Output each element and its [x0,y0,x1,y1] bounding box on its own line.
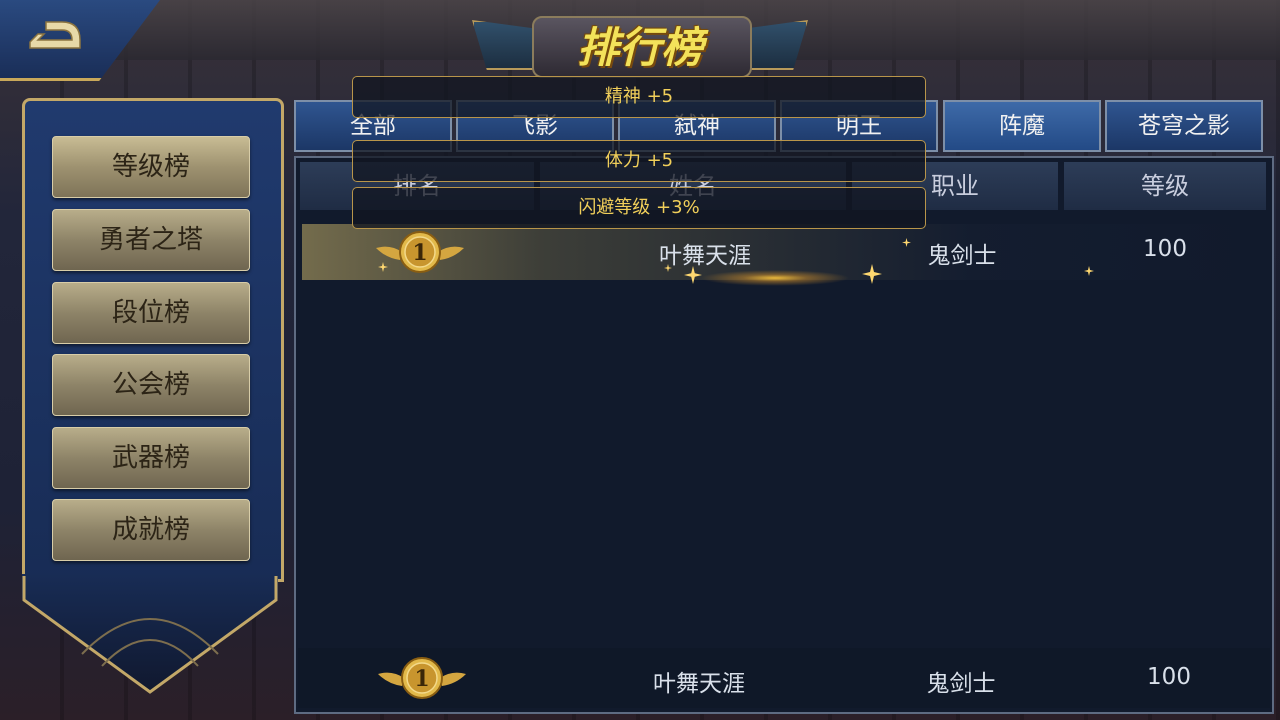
sidebar-item-achievement-rank[interactable]: 成就榜 [52,499,250,561]
tooltip-stamina: 体力 +5 [352,140,926,182]
row-class: 鬼剑士 [927,243,997,269]
row-name: 叶舞天涯 [659,243,751,269]
self-rank-row: 1 叶舞天涯 鬼剑士 100 [298,648,1270,708]
row-level: 100 [1143,236,1187,262]
self-rank-number: 1 [414,666,429,692]
tooltip-spirit: 精神 +5 [352,76,926,118]
sidebar: 等级榜 勇者之塔 段位榜 公会榜 武器榜 成就榜 [22,98,284,696]
self-class: 鬼剑士 [926,671,996,697]
sparkle-glow-effect [700,270,850,286]
ranking-table: 排名 姓名 职业 等级 1 叶舞天涯 鬼剑士 100 1 叶舞天涯 鬼剑士 10… [294,156,1274,714]
tab-cangqiong[interactable]: 苍穹之影 [1105,100,1263,152]
tab-zhenmo[interactable]: 阵魔 [943,100,1101,152]
sidebar-item-weapon-rank[interactable]: 武器榜 [52,427,250,489]
page-title: 排行榜 [576,23,703,72]
sidebar-arc-decoration [22,576,278,694]
tooltip-dodge: 闪避等级 +3% [352,187,926,229]
header-level: 等级 [1064,162,1266,210]
self-level: 100 [1147,664,1191,690]
sidebar-item-brave-tower[interactable]: 勇者之塔 [52,209,250,271]
sidebar-item-guild-rank[interactable]: 公会榜 [52,354,250,416]
sidebar-item-tier-rank[interactable]: 段位榜 [52,282,250,344]
back-arrow-icon [29,21,81,49]
rank-number: 1 [412,240,427,266]
sidebar-item-level-rank[interactable]: 等级榜 [52,136,250,198]
self-rank-medal-icon: 1 [378,657,466,699]
self-name: 叶舞天涯 [653,671,745,697]
